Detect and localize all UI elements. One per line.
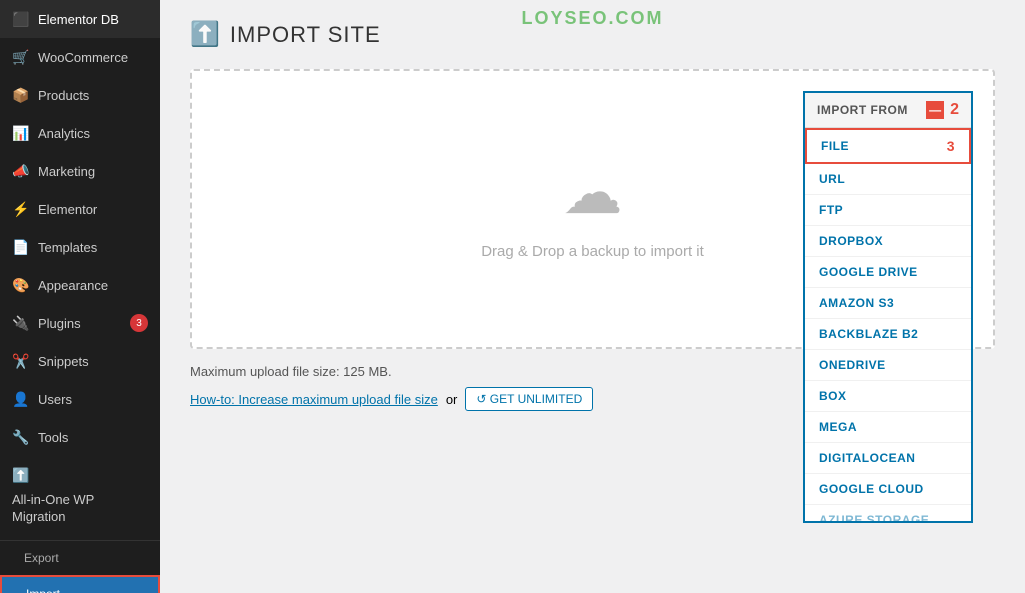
dropdown-item-mega[interactable]: MEGA [805, 412, 971, 443]
import-label: Import [26, 587, 60, 593]
watermark: LOYSEO.COM [521, 8, 663, 29]
plugins-badge: 3 [130, 314, 148, 332]
sidebar-item-elementor-db[interactable]: ⬛ Elementor DB [0, 0, 160, 38]
users-icon: 👤 [12, 390, 30, 408]
sidebar-item-elementor[interactable]: ⚡ Elementor [0, 190, 160, 228]
sidebar-item-label: Users [38, 392, 72, 407]
products-icon: 📦 [12, 86, 30, 104]
dropdown-item-dropbox[interactable]: DROPBOX [805, 226, 971, 257]
sidebar-item-import[interactable]: Import 1 [0, 575, 160, 593]
sidebar-item-export[interactable]: Export [0, 541, 160, 575]
dropdown-item-ftp[interactable]: FTP [805, 195, 971, 226]
sidebar-item-label: Tools [38, 430, 68, 445]
sidebar: ⬛ Elementor DB 🛒 WooCommerce 📦 Products … [0, 0, 160, 593]
sidebar-item-label: Elementor [38, 202, 97, 217]
amazon-s3-option-label: AMAZON S3 [819, 296, 894, 310]
dropdown-item-google-cloud[interactable]: GOOGLE CLOUD [805, 474, 971, 505]
sidebar-item-products[interactable]: 📦 Products [0, 76, 160, 114]
sidebar-item-label: Analytics [38, 126, 90, 141]
google-cloud-option-label: GOOGLE CLOUD [819, 482, 924, 496]
sidebar-item-templates[interactable]: 📄 Templates [0, 228, 160, 266]
dropdown-item-file[interactable]: FILE 3 [805, 128, 971, 164]
dropbox-option-label: DROPBOX [819, 234, 883, 248]
dropdown-item-amazon-s3[interactable]: AMAZON S3 [805, 288, 971, 319]
tools-icon: 🔧 [12, 428, 30, 446]
page-title: IMPORT SITE [230, 22, 381, 48]
drag-drop-text: Drag & Drop a backup to import it [481, 243, 704, 260]
sidebar-item-users[interactable]: 👤 Users [0, 380, 160, 418]
dropdown-item-url[interactable]: URL [805, 164, 971, 195]
sidebar-item-label: Products [38, 88, 89, 103]
box-option-label: BOX [819, 389, 847, 403]
sidebar-item-label: Templates [38, 240, 97, 255]
dropdown-item-azure-storage[interactable]: AZURE STORAGE [805, 505, 971, 521]
dropdown-item-onedrive[interactable]: ONEDRIVE [805, 350, 971, 381]
sidebar-item-marketing[interactable]: 📣 Marketing [0, 152, 160, 190]
sidebar-item-plugins[interactable]: 🔌 Plugins 3 [0, 304, 160, 342]
sidebar-item-label: Appearance [38, 278, 108, 293]
sidebar-item-label: Elementor DB [38, 12, 119, 27]
import-from-header: IMPORT FROM — 2 [805, 93, 971, 128]
dropdown-item-google-drive[interactable]: GOOGLE DRIVE [805, 257, 971, 288]
import-site-icon: ⬆️ [190, 20, 220, 49]
dropdown-item-backblaze-b2[interactable]: BACKBLAZE B2 [805, 319, 971, 350]
upload-cloud-icon: ☁ [563, 158, 623, 228]
export-label: Export [24, 551, 59, 565]
sidebar-item-appearance[interactable]: 🎨 Appearance [0, 266, 160, 304]
url-option-label: URL [819, 172, 845, 186]
analytics-icon: 📊 [12, 124, 30, 142]
sidebar-item-analytics[interactable]: 📊 Analytics [0, 114, 160, 152]
appearance-icon: 🎨 [12, 276, 30, 294]
sidebar-item-tools[interactable]: 🔧 Tools [0, 418, 160, 456]
page-area: ⬆️ IMPORT SITE ☁ Drag & Drop a backup to… [160, 0, 1025, 593]
sidebar-item-label: Snippets [38, 354, 89, 369]
step2-number: 2 [950, 101, 959, 119]
sidebar-item-label: All-in-One WP Migration [12, 492, 148, 526]
increase-size-link[interactable]: How-to: Increase maximum upload file siz… [190, 392, 438, 407]
collapse-button[interactable]: — [926, 101, 944, 119]
dropdown-item-box[interactable]: BOX [805, 381, 971, 412]
elementor-icon: ⚡ [12, 200, 30, 218]
digitalocean-option-label: DIGITALOCEAN [819, 451, 915, 465]
elementor-db-icon: ⬛ [12, 10, 30, 28]
google-drive-option-label: GOOGLE DRIVE [819, 265, 918, 279]
or-text: or [446, 392, 458, 407]
sidebar-item-label: WooCommerce [38, 50, 128, 65]
sidebar-item-label: Marketing [38, 164, 95, 179]
file-option-label: FILE [821, 139, 849, 153]
plugins-icon: 🔌 [12, 314, 30, 332]
sidebar-item-all-in-one[interactable]: ⬆️ All-in-One WP Migration [0, 456, 160, 536]
sidebar-item-woocommerce[interactable]: 🛒 WooCommerce [0, 38, 160, 76]
dropdown-item-digitalocean[interactable]: DIGITALOCEAN [805, 443, 971, 474]
all-in-one-icon: ⬆️ [12, 466, 30, 484]
woocommerce-icon: 🛒 [12, 48, 30, 66]
snippets-icon: ✂️ [12, 352, 30, 370]
marketing-icon: 📣 [12, 162, 30, 180]
ftp-option-label: FTP [819, 203, 843, 217]
import-from-controls: — 2 [926, 101, 959, 119]
azure-storage-option-label: AZURE STORAGE [819, 513, 929, 521]
import-from-label: IMPORT FROM [817, 103, 908, 117]
sidebar-item-label: Plugins [38, 316, 81, 331]
onedrive-option-label: ONEDRIVE [819, 358, 886, 372]
templates-icon: 📄 [12, 238, 30, 256]
main-content: LOYSEO.COM ⬆️ IMPORT SITE ☁ Drag & Drop … [160, 0, 1025, 593]
backblaze-b2-option-label: BACKBLAZE B2 [819, 327, 918, 341]
import-from-dropdown: IMPORT FROM — 2 FILE 3 URL FTP [803, 91, 973, 523]
sidebar-item-snippets[interactable]: ✂️ Snippets [0, 342, 160, 380]
step3-number: 3 [947, 138, 955, 154]
import-drop-zone[interactable]: ☁ Drag & Drop a backup to import it IMPO… [190, 69, 995, 349]
mega-option-label: MEGA [819, 420, 857, 434]
get-unlimited-button[interactable]: ↺ GET UNLIMITED [465, 387, 593, 411]
